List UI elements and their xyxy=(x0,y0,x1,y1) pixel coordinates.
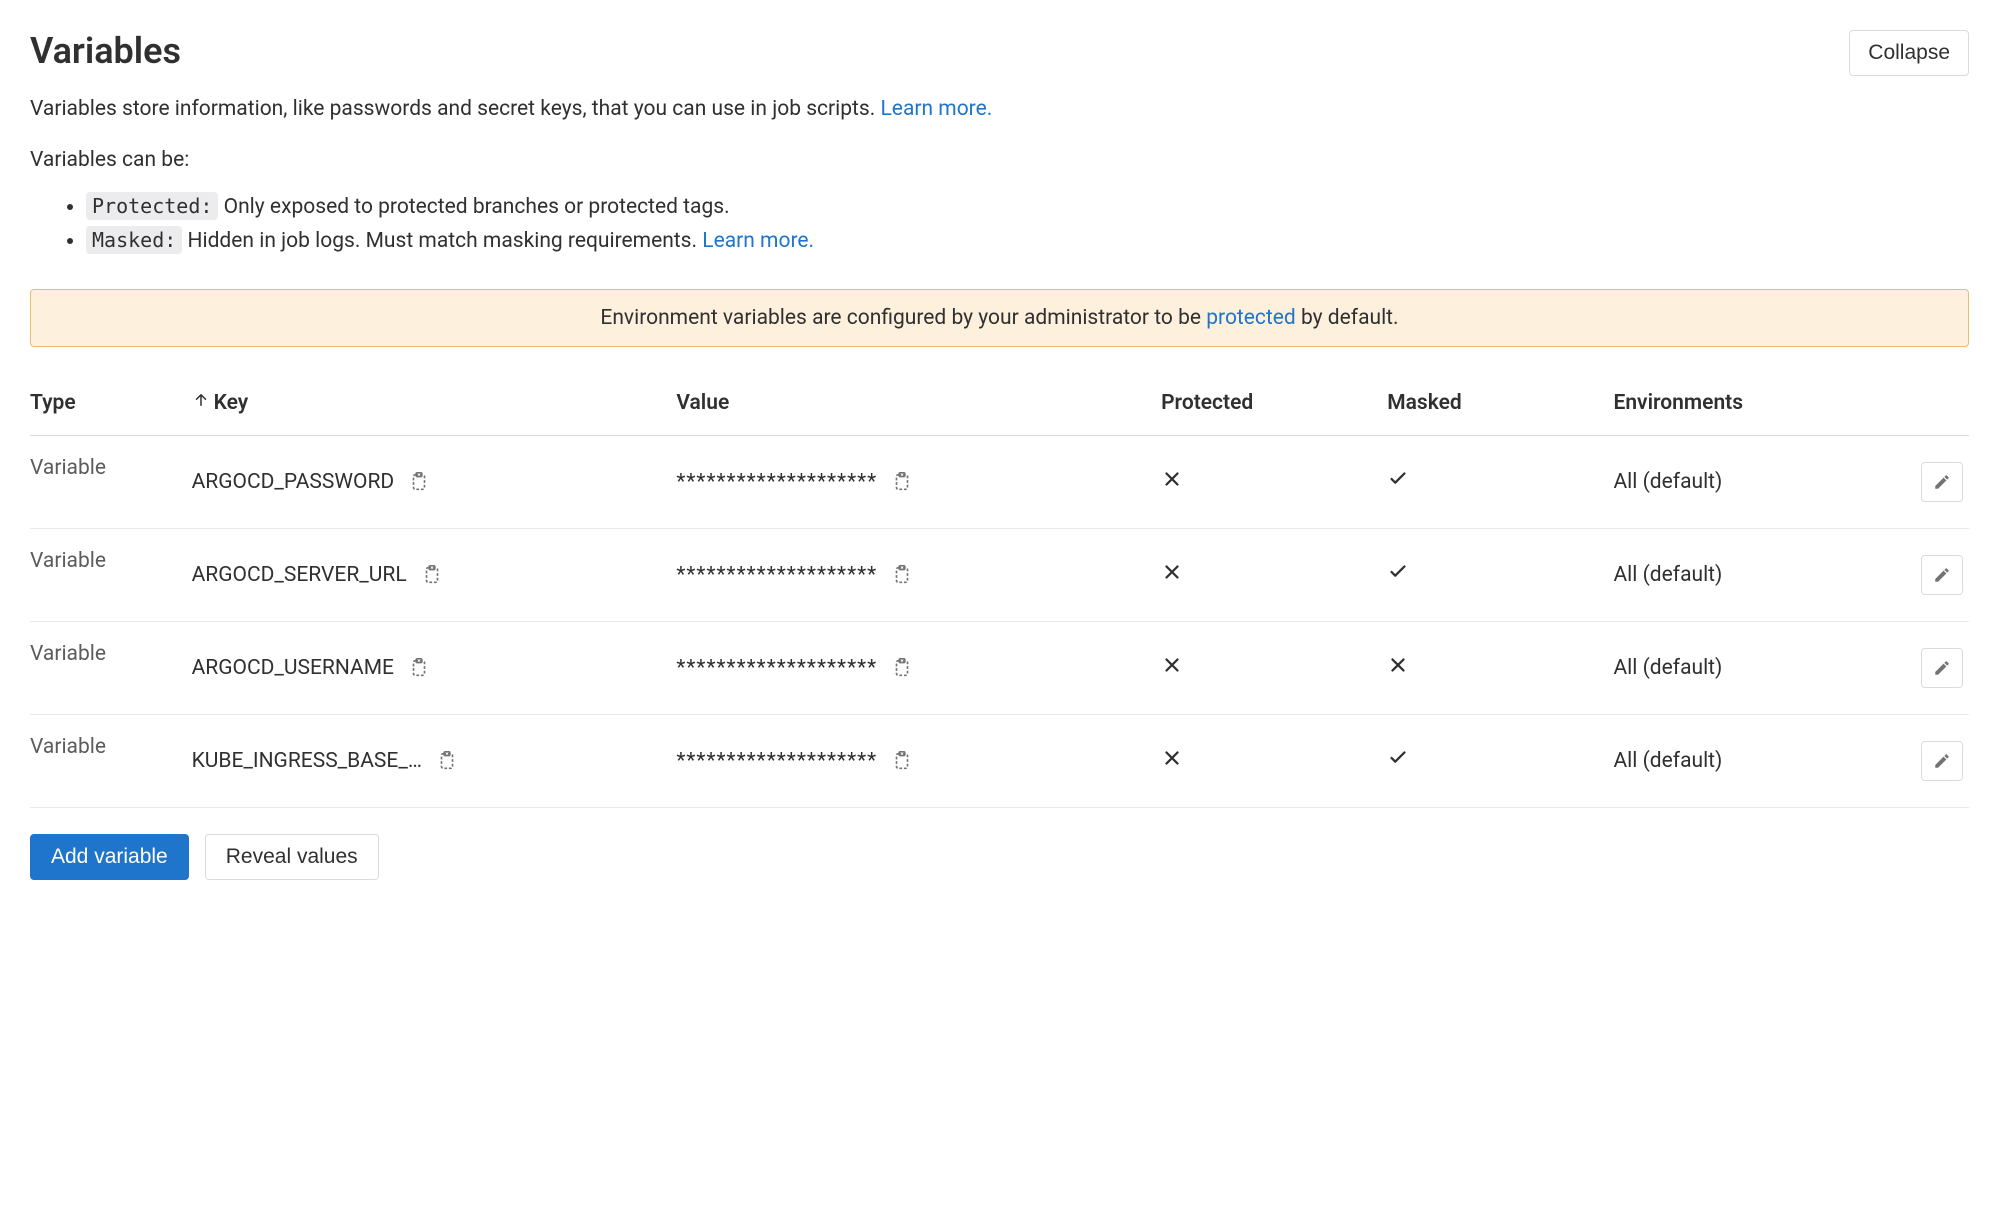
copy-value-icon[interactable] xyxy=(887,746,917,776)
variables-can-be-label: Variables can be: xyxy=(30,148,1969,172)
masked-learn-more-link[interactable]: Learn more. xyxy=(702,229,814,253)
cell-protected xyxy=(1161,621,1387,714)
description-text: Variables store information, like passwo… xyxy=(30,94,1969,126)
cell-environments: All (default) xyxy=(1613,621,1872,714)
masked-description: Hidden in job logs. Must match masking r… xyxy=(182,229,702,253)
alert-suffix: by default. xyxy=(1296,306,1399,330)
column-header-key[interactable]: Key xyxy=(192,377,677,436)
cell-environments: All (default) xyxy=(1613,435,1872,528)
page-title: Variables xyxy=(30,30,181,72)
cell-key: ARGOCD_PASSWORD xyxy=(192,435,677,528)
list-item: Protected: Only exposed to protected bra… xyxy=(86,190,1969,225)
variables-table: Type Key Value Protected Masked Environm… xyxy=(30,377,1969,808)
cell-type: Variable xyxy=(30,714,192,807)
check-icon xyxy=(1387,468,1409,490)
list-item: Masked: Hidden in job logs. Must match m… xyxy=(86,224,1969,259)
alert-prefix: Environment variables are configured by … xyxy=(600,306,1206,330)
cell-key: KUBE_INGRESS_BASE_… xyxy=(192,714,677,807)
table-row: VariableARGOCD_USERNAME *****************… xyxy=(30,621,1969,714)
close-icon xyxy=(1161,654,1183,676)
copy-value-icon[interactable] xyxy=(887,467,917,497)
alert-protected-link[interactable]: protected xyxy=(1206,306,1296,330)
cell-masked xyxy=(1387,528,1613,621)
close-icon xyxy=(1161,747,1183,769)
cell-actions xyxy=(1872,528,1969,621)
table-row: VariableARGOCD_PASSWORD *****************… xyxy=(30,435,1969,528)
variable-types-list: Protected: Only exposed to protected bra… xyxy=(86,190,1969,259)
cell-masked xyxy=(1387,621,1613,714)
column-header-environments[interactable]: Environments xyxy=(1613,377,1872,436)
column-header-masked[interactable]: Masked xyxy=(1387,377,1613,436)
cell-value: ******************** xyxy=(676,621,1161,714)
cell-masked xyxy=(1387,435,1613,528)
cell-type: Variable xyxy=(30,528,192,621)
cell-protected xyxy=(1161,528,1387,621)
check-icon xyxy=(1387,561,1409,583)
edit-variable-button[interactable] xyxy=(1921,648,1963,688)
edit-variable-button[interactable] xyxy=(1921,741,1963,781)
cell-protected xyxy=(1161,714,1387,807)
cell-actions xyxy=(1872,435,1969,528)
cell-protected xyxy=(1161,435,1387,528)
cell-type: Variable xyxy=(30,621,192,714)
variable-value-masked: ******************** xyxy=(676,470,877,494)
column-header-value[interactable]: Value xyxy=(676,377,1161,436)
variable-value-masked: ******************** xyxy=(676,749,877,773)
variable-key: ARGOCD_SERVER_URL xyxy=(192,563,407,587)
copy-key-icon[interactable] xyxy=(404,653,434,683)
column-header-protected[interactable]: Protected xyxy=(1161,377,1387,436)
copy-value-icon[interactable] xyxy=(887,560,917,590)
masked-tag: Masked: xyxy=(86,226,182,254)
protected-tag: Protected: xyxy=(86,192,218,220)
variable-key: KUBE_INGRESS_BASE_… xyxy=(192,749,422,773)
close-icon xyxy=(1161,468,1183,490)
column-header-actions xyxy=(1872,377,1969,436)
table-row: VariableKUBE_INGRESS_BASE_… *************… xyxy=(30,714,1969,807)
edit-variable-button[interactable] xyxy=(1921,462,1963,502)
table-row: VariableARGOCD_SERVER_URL ***************… xyxy=(30,528,1969,621)
cell-value: ******************** xyxy=(676,435,1161,528)
variable-value-masked: ******************** xyxy=(676,563,877,587)
close-icon xyxy=(1387,654,1409,676)
cell-type: Variable xyxy=(30,435,192,528)
close-icon xyxy=(1161,561,1183,583)
add-variable-button[interactable]: Add variable xyxy=(30,834,189,880)
variable-key: ARGOCD_PASSWORD xyxy=(192,470,395,494)
column-header-type[interactable]: Type xyxy=(30,377,192,436)
protected-description: Only exposed to protected branches or pr… xyxy=(218,195,729,219)
cell-value: ******************** xyxy=(676,714,1161,807)
description-prefix: Variables store information, like passwo… xyxy=(30,97,881,121)
copy-key-icon[interactable] xyxy=(404,467,434,497)
alert-banner: Environment variables are configured by … xyxy=(30,289,1969,347)
column-header-key-label: Key xyxy=(214,391,249,415)
learn-more-link[interactable]: Learn more. xyxy=(881,97,993,121)
arrow-up-icon xyxy=(192,391,210,415)
cell-key: ARGOCD_USERNAME xyxy=(192,621,677,714)
cell-actions xyxy=(1872,621,1969,714)
cell-environments: All (default) xyxy=(1613,528,1872,621)
variable-value-masked: ******************** xyxy=(676,656,877,680)
copy-key-icon[interactable] xyxy=(432,746,462,776)
edit-variable-button[interactable] xyxy=(1921,555,1963,595)
copy-value-icon[interactable] xyxy=(887,653,917,683)
cell-masked xyxy=(1387,714,1613,807)
collapse-button[interactable]: Collapse xyxy=(1849,30,1969,76)
cell-actions xyxy=(1872,714,1969,807)
cell-environments: All (default) xyxy=(1613,714,1872,807)
copy-key-icon[interactable] xyxy=(417,560,447,590)
check-icon xyxy=(1387,747,1409,769)
reveal-values-button[interactable]: Reveal values xyxy=(205,834,379,880)
cell-value: ******************** xyxy=(676,528,1161,621)
cell-key: ARGOCD_SERVER_URL xyxy=(192,528,677,621)
variable-key: ARGOCD_USERNAME xyxy=(192,656,394,680)
